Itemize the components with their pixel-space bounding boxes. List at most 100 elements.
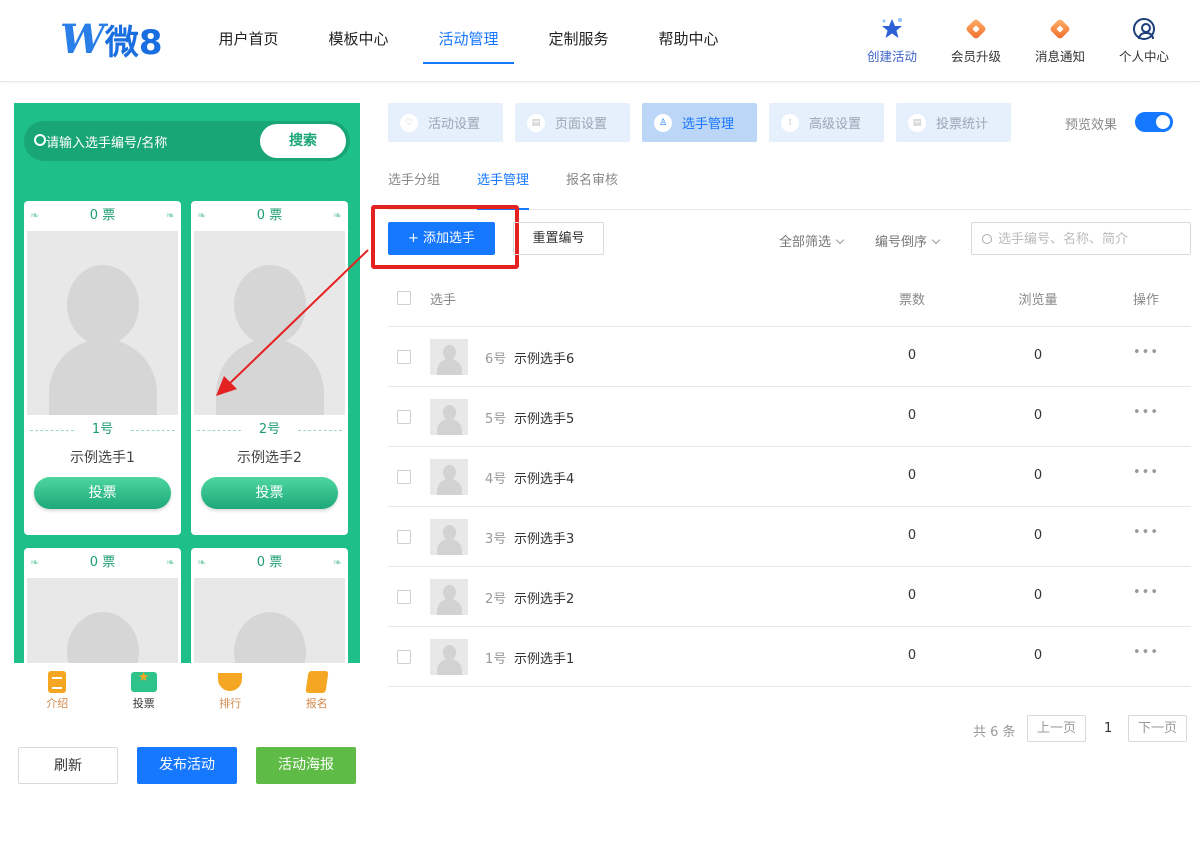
more-options-icon[interactable]: ••• (1128, 585, 1164, 600)
player-card[interactable]: ❧ 0 票 ❧ 1号 示例选手1 投票 (24, 201, 181, 535)
vote-icon (130, 670, 157, 692)
step-vote-statistics[interactable]: ▤ 投票统计 (896, 103, 1011, 142)
preview-toggle-label: 预览效果 (1065, 118, 1118, 133)
notifications-label: 消息通知 (1034, 49, 1085, 64)
row-checkbox[interactable] (397, 350, 411, 364)
tab-intro[interactable]: 介绍 (14, 663, 101, 713)
sort-dropdown[interactable]: 编号倒序 (875, 231, 941, 250)
player-photo-placeholder (27, 578, 178, 663)
row-checkbox[interactable] (397, 410, 411, 424)
step-label: 选手管理 (682, 117, 735, 132)
row-checkbox[interactable] (397, 470, 411, 484)
more-options-icon[interactable]: ••• (1128, 405, 1164, 420)
row-name: 示例选手6 (514, 352, 575, 367)
publish-activity-button[interactable]: 发布活动 (137, 747, 237, 784)
logo[interactable]: W 微8 (60, 15, 163, 63)
tab-ranking-label: 排行 (219, 697, 242, 710)
reset-numbers-button[interactable]: 重置编号 (513, 222, 604, 255)
row-checkbox[interactable] (397, 650, 411, 664)
table-header: 选手 票数 浏览量 操作 (388, 269, 1191, 327)
more-options-icon[interactable]: ••• (1128, 525, 1164, 540)
player-search-input[interactable] (998, 229, 1183, 249)
row-votes: 0 (907, 348, 917, 363)
header-ops: 操作 (1132, 293, 1159, 308)
heart-icon: ♡ (400, 113, 418, 132)
nav-templates[interactable]: 模板中心 (310, 0, 407, 82)
more-options-icon[interactable]: ••• (1128, 345, 1164, 360)
subtab-player-management[interactable]: 选手管理 (477, 170, 530, 210)
leaf-right-icon: ❧ (165, 556, 175, 569)
card-votes: 0 票 (256, 208, 283, 223)
player-table: 选手 票数 浏览量 操作 6号 示例选手6 0 0 ••• 5号 示例选手5 0… (388, 269, 1191, 687)
player-card[interactable]: ❧ 0 票 ❧ 2号 示例选手2 投票 (191, 201, 348, 535)
player-card[interactable]: ❧ 0 票 ❧ (24, 548, 181, 663)
tab-signup[interactable]: 报名 (274, 663, 361, 713)
table-row: 5号 示例选手5 0 0 ••• (388, 387, 1191, 447)
row-number: 3号 (485, 532, 507, 547)
row-views: 0 (1033, 408, 1043, 423)
subtab-player-groups[interactable]: 选手分组 (388, 170, 440, 209)
logo-w: W (60, 15, 105, 63)
notifications-button[interactable]: 消息通知 (1018, 16, 1102, 65)
member-upgrade-button[interactable]: 会员升级 (934, 16, 1018, 65)
next-page-button[interactable]: 下一页 (1128, 715, 1188, 742)
card-number: 1号 (24, 415, 181, 445)
row-checkbox[interactable] (397, 530, 411, 544)
filter-all-dropdown[interactable]: 全部筛选 (779, 231, 845, 250)
personal-center-label: 个人中心 (1118, 49, 1169, 64)
header-actions: 创建活动 会员升级 消息通知 个人中心 (850, 16, 1186, 65)
subtab-signup-review[interactable]: 报名审核 (566, 170, 618, 209)
current-page[interactable]: 1 (1104, 721, 1112, 736)
step-activity-settings[interactable]: ♡ 活动设置 (388, 103, 503, 142)
card-votes: 0 票 (256, 555, 283, 570)
preview-search-button[interactable]: 搜索 (260, 124, 346, 158)
row-name: 示例选手4 (514, 472, 575, 487)
chevron-down-icon (931, 235, 941, 245)
vote-button[interactable]: 投票 (34, 477, 171, 509)
more-options-icon[interactable]: ••• (1128, 645, 1164, 660)
logo-text: 微8 (104, 22, 163, 63)
prev-page-button[interactable]: 上一页 (1027, 715, 1087, 742)
tab-ranking[interactable]: 排行 (187, 663, 274, 713)
settings-steps: ♡ 活动设置 ▤ 页面设置 ♙ 选手管理 ⁞ 高级设置 ▤ 投票统计 (388, 103, 1023, 142)
activity-poster-button[interactable]: 活动海报 (256, 747, 356, 784)
step-page-settings[interactable]: ▤ 页面设置 (515, 103, 630, 142)
table-row: 4号 示例选手4 0 0 ••• (388, 447, 1191, 507)
preview-toggle-switch[interactable] (1135, 112, 1173, 132)
leaf-left-icon: ❧ (30, 209, 40, 222)
step-advanced-settings[interactable]: ⁞ 高级设置 (769, 103, 884, 142)
nav-custom-service[interactable]: 定制服务 (530, 0, 627, 82)
preview-search-bar[interactable]: 请输入选手编号/名称 搜索 (24, 121, 350, 161)
nav-activity-management[interactable]: 活动管理 (420, 0, 517, 82)
create-activity-button[interactable]: 创建活动 (850, 16, 934, 65)
refresh-button[interactable]: 刷新 (18, 747, 118, 784)
row-views: 0 (1033, 468, 1043, 483)
header-player: 选手 (430, 293, 457, 308)
preview-search-placeholder: 请输入选手编号/名称 (46, 136, 168, 151)
sort-label: 编号倒序 (875, 235, 928, 250)
row-number: 2号 (485, 592, 507, 607)
player-thumbnail (430, 579, 468, 615)
nav-home[interactable]: 用户首页 (200, 0, 297, 82)
leaf-right-icon: ❧ (332, 209, 342, 222)
personal-center-button[interactable]: 个人中心 (1102, 16, 1186, 65)
more-options-icon[interactable]: ••• (1128, 465, 1164, 480)
vote-button[interactable]: 投票 (201, 477, 338, 509)
player-photo-placeholder (27, 231, 178, 415)
nav-help-center[interactable]: 帮助中心 (640, 0, 737, 82)
bell-diamond-icon (1018, 16, 1102, 42)
player-photo-placeholder (194, 231, 345, 415)
step-label: 高级设置 (809, 117, 862, 132)
header-views: 浏览量 (1018, 293, 1058, 308)
row-number: 1号 (485, 652, 507, 667)
highlight-box (371, 205, 519, 269)
step-player-management[interactable]: ♙ 选手管理 (642, 103, 757, 142)
chevron-down-icon (835, 235, 845, 245)
player-card[interactable]: ❧ 0 票 ❧ (191, 548, 348, 663)
row-checkbox[interactable] (397, 590, 411, 604)
row-number: 6号 (485, 352, 507, 367)
select-all-checkbox[interactable] (397, 291, 411, 305)
card-name: 示例选手2 (237, 450, 302, 466)
user-icon: ♙ (654, 113, 672, 132)
tab-vote[interactable]: 投票 (101, 663, 188, 713)
